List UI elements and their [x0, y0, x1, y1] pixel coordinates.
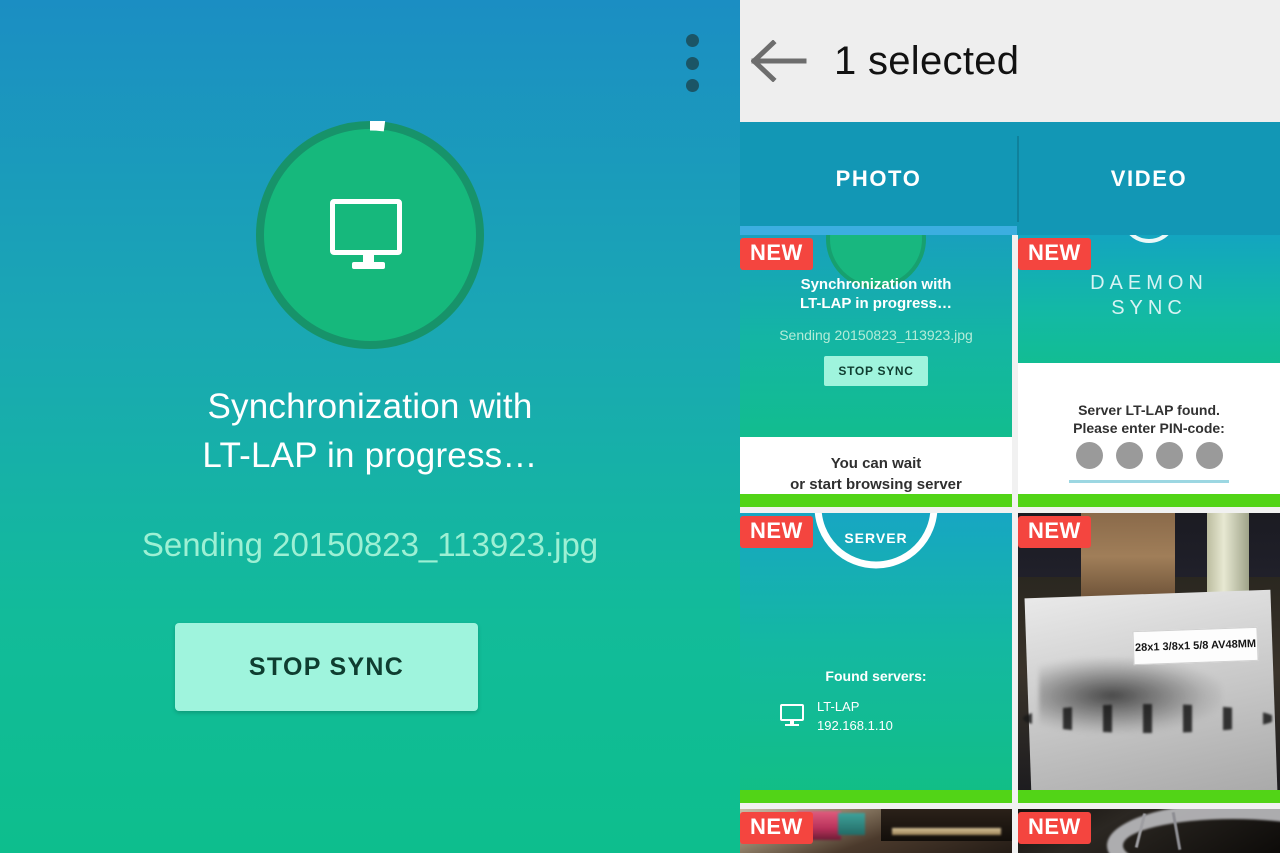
server-name: LT-LAP [817, 699, 860, 714]
sync-headline-line2: LT-LAP in progress… [202, 436, 538, 475]
media-tile[interactable]: Synchronization with LT-LAP in progress…… [740, 235, 1012, 507]
tile-footer: You can wait or start browsing server [740, 437, 1012, 507]
media-tile[interactable]: SERVER Found servers: LT-LAP 192.168.1.1… [740, 513, 1012, 803]
sync-progress-indicator [0, 120, 740, 350]
media-tile[interactable]: DAEMON SYNC Server LT-LAP found. Please … [1018, 235, 1280, 507]
new-badge: NEW [740, 238, 813, 270]
more-options-icon[interactable] [679, 34, 705, 92]
tab-video[interactable]: VIDEO [1018, 122, 1280, 235]
dot-1 [685, 34, 699, 47]
photo-label-text: 28x1 3/8x1 5/8 AV48MM [1132, 626, 1259, 666]
dot-3 [685, 79, 699, 92]
new-badge: NEW [740, 812, 813, 844]
tile-selection-bar [740, 494, 1012, 507]
screen-root: Synchronization with LT-LAP in progress…… [0, 0, 1280, 853]
new-badge: NEW [740, 516, 813, 548]
daemon-logo-text: DAEMON SYNC [1090, 272, 1208, 319]
tile-selection-bar [740, 790, 1012, 803]
new-badge: NEW [1018, 516, 1091, 548]
sync-status-panel: Synchronization with LT-LAP in progress…… [0, 0, 740, 853]
monitor-icon [780, 704, 806, 728]
found-servers-label: Found servers: [825, 668, 927, 684]
back-arrow-icon[interactable] [740, 0, 818, 122]
server-list-item: LT-LAP 192.168.1.10 [780, 697, 893, 735]
media-type-tabs: PHOTO VIDEO [740, 122, 1280, 235]
tile-selection-bar [1018, 494, 1280, 507]
tab-active-indicator [740, 226, 1017, 235]
selection-toolbar: 1 selected [740, 0, 1280, 122]
gallery-picker-panel: 1 selected PHOTO VIDEO Synchronization w… [740, 0, 1280, 853]
pin-dots [1018, 442, 1280, 469]
stop-sync-button[interactable]: STOP SYNC [175, 623, 478, 711]
sync-headline: Synchronization with LT-LAP in progress… [0, 382, 740, 480]
server-ip: 192.168.1.10 [817, 718, 893, 733]
pin-input-underline [1069, 480, 1229, 483]
tile-selection-bar [1018, 790, 1280, 803]
tile-thumbnail: Synchronization with LT-LAP in progress…… [740, 235, 1012, 507]
new-badge: NEW [1018, 812, 1091, 844]
pin-prompt: Server LT-LAP found. Please enter PIN-co… [1073, 402, 1225, 436]
media-tile[interactable]: 28x1 3/8x1 5/8 AV48MM NEW [1018, 513, 1280, 803]
dot-2 [685, 56, 699, 70]
new-badge: NEW [1018, 238, 1091, 270]
tab-photo[interactable]: PHOTO [740, 122, 1017, 235]
sync-current-file: Sending 20150823_113923.jpg [141, 526, 599, 563]
tile-headline: Synchronization with LT-LAP in progress… [800, 276, 952, 312]
media-tile[interactable]: NEW [1018, 809, 1280, 853]
tile-thumbnail: 28x1 3/8x1 5/8 AV48MM [1018, 513, 1280, 803]
selection-count-title: 1 selected [834, 38, 1020, 83]
monitor-icon [256, 121, 484, 349]
sync-headline-line1: Synchronization with [207, 387, 533, 426]
progress-ring [256, 121, 484, 349]
daemon-logo-icon [1129, 235, 1169, 243]
media-grid: Synchronization with LT-LAP in progress…… [740, 235, 1280, 853]
media-tile[interactable]: NEW [740, 809, 1012, 853]
tile-subline: Sending 20150823_113923.jpg [779, 327, 973, 343]
tile-thumbnail: DAEMON SYNC Server LT-LAP found. Please … [1018, 235, 1280, 507]
tile-stop-sync-button: STOP SYNC [824, 356, 928, 386]
tile-thumbnail: SERVER Found servers: LT-LAP 192.168.1.1… [740, 513, 1012, 803]
